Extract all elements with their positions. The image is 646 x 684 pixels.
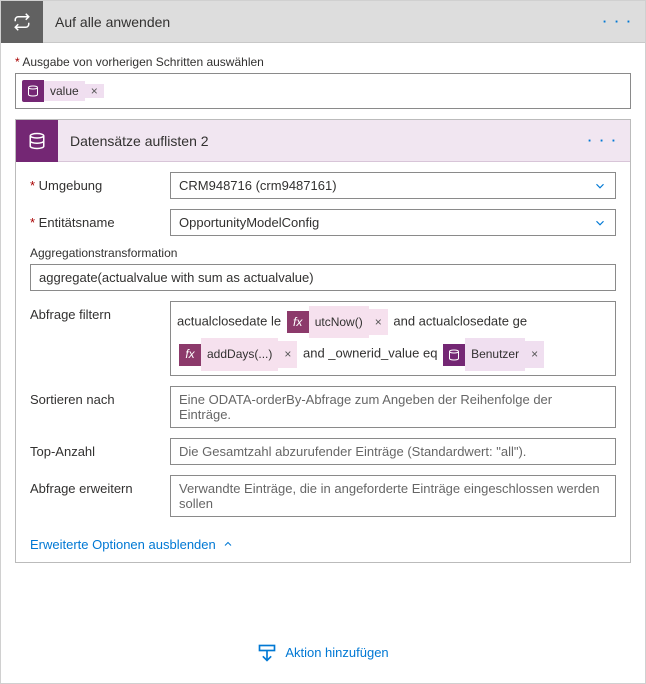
fx-utcnow-token[interactable]: fx utcNow() × — [287, 306, 388, 338]
flow-card: Auf alle anwenden · · · Ausgabe von vorh… — [0, 0, 646, 684]
database-icon — [443, 344, 465, 366]
filter-input[interactable]: actualclosedate le fx utcNow() × and act… — [170, 301, 616, 376]
remove-token-button[interactable]: × — [525, 341, 544, 367]
database-icon — [16, 120, 58, 162]
fx-adddays-token[interactable]: fx addDays(...) × — [179, 338, 297, 370]
entitaet-dropdown[interactable]: OpportunityModelConfig — [170, 209, 616, 236]
token-label: addDays(...) — [201, 338, 278, 370]
sub-card-header: Datensätze auflisten 2 · · · — [16, 120, 630, 162]
add-action-label: Aktion hinzufügen — [285, 645, 388, 660]
link-label: Erweiterte Optionen ausblenden — [30, 537, 216, 552]
remove-token-button[interactable]: × — [85, 84, 104, 98]
umgebung-dropdown[interactable]: CRM948716 (crm9487161) — [170, 172, 616, 199]
top-label: Top-Anzahl — [30, 438, 170, 459]
card-menu-button[interactable]: · · · — [591, 14, 645, 29]
token-label: Benutzer — [465, 338, 525, 370]
hide-advanced-options-link[interactable]: Erweiterte Optionen ausblenden — [30, 537, 234, 552]
top-input[interactable]: Die Gesamtzahl abzurufender Einträge (St… — [170, 438, 616, 465]
aggr-label: Aggregationstransformation — [30, 246, 616, 260]
card-header: Auf alle anwenden · · · — [1, 1, 645, 43]
list-records-card: Datensätze auflisten 2 · · · Umgebung CR… — [15, 119, 631, 563]
umgebung-value: CRM948716 (crm9487161) — [179, 178, 337, 193]
benutzer-token[interactable]: Benutzer × — [443, 338, 544, 370]
prev-output-label: Ausgabe von vorherigen Schritten auswähl… — [15, 55, 631, 69]
filter-text: and actualclosedate ge — [393, 314, 527, 329]
sort-label: Sortieren nach — [30, 386, 170, 407]
remove-token-button[interactable]: × — [278, 341, 297, 367]
card-title: Auf alle anwenden — [43, 14, 591, 30]
token-label: value — [44, 81, 85, 101]
value-token[interactable]: value × — [22, 80, 104, 102]
sub-card-title: Datensätze auflisten 2 — [58, 133, 576, 149]
umgebung-label: Umgebung — [30, 172, 170, 193]
sort-input[interactable]: Eine ODATA-orderBy-Abfrage zum Angeben d… — [170, 386, 616, 428]
chevron-up-icon — [222, 538, 234, 550]
remove-token-button[interactable]: × — [369, 309, 388, 335]
sub-card-body: Umgebung CRM948716 (crm9487161) Entitäts… — [16, 162, 630, 562]
token-label: utcNow() — [309, 306, 369, 338]
filter-label: Abfrage filtern — [30, 301, 170, 322]
sub-card-menu-button[interactable]: · · · — [576, 133, 630, 148]
chevron-down-icon — [593, 216, 607, 230]
entitaet-value: OpportunityModelConfig — [179, 215, 319, 230]
loop-icon — [1, 1, 43, 43]
card-body: Ausgabe von vorherigen Schritten auswähl… — [1, 43, 645, 683]
entitaet-label: Entitätsname — [30, 209, 170, 230]
filter-text: actualclosedate le — [177, 314, 281, 329]
fx-icon: fx — [179, 344, 201, 366]
add-action-button[interactable]: Aktion hinzufügen — [15, 643, 631, 663]
aggr-input[interactable]: aggregate(actualvalue with sum as actual… — [30, 264, 616, 291]
prev-output-input[interactable]: value × — [15, 73, 631, 109]
filter-text: and _ownerid_value eq — [303, 346, 437, 361]
expand-label: Abfrage erweitern — [30, 475, 170, 496]
database-icon — [22, 80, 44, 102]
expand-input[interactable]: Verwandte Einträge, die in angeforderte … — [170, 475, 616, 517]
fx-icon: fx — [287, 311, 309, 333]
add-step-icon — [257, 643, 277, 663]
chevron-down-icon — [593, 179, 607, 193]
